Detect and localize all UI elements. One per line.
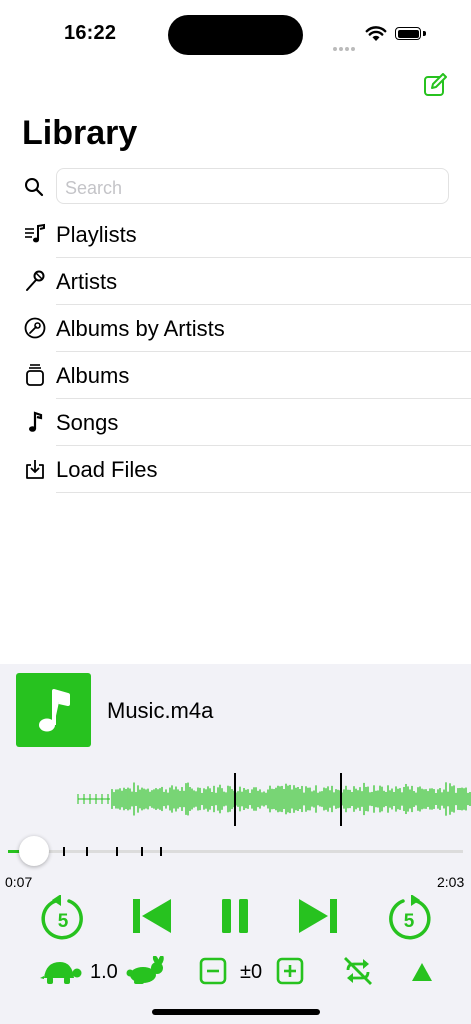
library-item-label: Songs: [56, 410, 119, 435]
signal-dots-icon: [333, 38, 357, 56]
seek-track[interactable]: [8, 850, 463, 853]
pitch-value: ±0: [240, 961, 263, 983]
marker-tick: [63, 847, 65, 856]
track-title: Music.m4a: [107, 698, 214, 723]
repeat-off-icon[interactable]: [342, 955, 374, 987]
turtle-slow-icon[interactable]: [40, 958, 82, 986]
library-item-label: Albums: [56, 363, 130, 388]
library-item-artists[interactable]: Artists: [0, 258, 471, 305]
playlist-icon: [25, 223, 45, 243]
current-time: 0:07: [5, 874, 33, 890]
waveform[interactable]: [0, 765, 471, 835]
page-title: Library: [22, 114, 138, 152]
marker-tick: [160, 847, 162, 856]
total-time: 2:03: [437, 874, 465, 890]
library-item-label: Artists: [56, 269, 118, 294]
compose-icon[interactable]: [423, 73, 447, 97]
library-item-songs[interactable]: Songs: [0, 399, 471, 446]
previous-track-icon[interactable]: [131, 896, 173, 936]
library-item-label: Albums by Artists: [56, 316, 225, 341]
download-icon: [26, 460, 44, 479]
library-item-label: Playlists: [56, 222, 137, 247]
rabbit-fast-icon[interactable]: [126, 956, 166, 986]
album-stack-icon: [26, 364, 44, 386]
search-icon: [25, 178, 44, 197]
album-artwork[interactable]: [16, 673, 91, 747]
skip-back-icon[interactable]: 5: [39, 895, 87, 943]
next-track-icon[interactable]: [297, 896, 339, 936]
skip-forward-icon[interactable]: 5: [385, 895, 433, 943]
search-input[interactable]: Search: [56, 168, 449, 204]
pitch-down-icon[interactable]: [199, 957, 227, 985]
library-item-albums-by-artists[interactable]: Albums by Artists: [0, 305, 471, 352]
pause-icon[interactable]: [220, 897, 250, 935]
battery-tip: [423, 31, 426, 36]
skip-forward-seconds: 5: [404, 911, 415, 932]
seek-knob[interactable]: [18, 836, 49, 866]
home-indicator: [152, 1009, 320, 1015]
library-item-albums[interactable]: Albums: [0, 352, 471, 399]
music-note-icon: [29, 411, 43, 432]
airplay-triangle-icon[interactable]: [411, 962, 433, 982]
library-item-playlists[interactable]: Playlists: [0, 211, 471, 258]
marker-tick: [116, 847, 118, 856]
playback-rate: 1.0: [90, 961, 118, 983]
wifi-icon: [365, 26, 387, 41]
library-item-load-files[interactable]: Load Files: [0, 446, 471, 493]
microphone-icon: [26, 270, 45, 291]
dynamic-island: [168, 15, 303, 55]
marker-tick: [141, 847, 143, 856]
music-note-icon: [39, 689, 70, 732]
pitch-up-icon[interactable]: [276, 957, 304, 985]
skip-back-seconds: 5: [58, 911, 69, 932]
library-item-label: Load Files: [56, 457, 158, 482]
status-time: 16:22: [64, 22, 117, 44]
marker-tick: [86, 847, 88, 856]
album-disc-icon: [24, 317, 46, 339]
battery-icon: [395, 27, 421, 40]
divider: [56, 492, 471, 493]
